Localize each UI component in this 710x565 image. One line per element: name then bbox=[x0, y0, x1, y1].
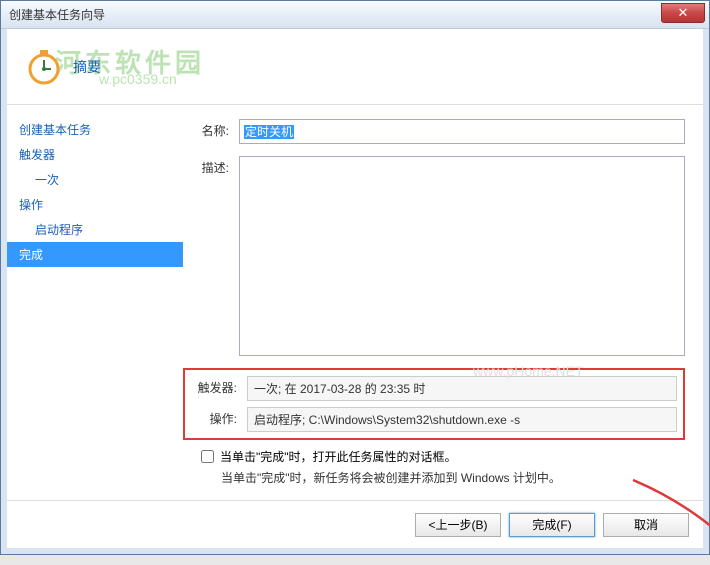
window-title: 创建基本任务向导 bbox=[5, 6, 105, 23]
finish-button[interactable]: 完成(F) bbox=[509, 513, 595, 537]
footer: <上一步(B) 完成(F) 取消 bbox=[7, 500, 703, 548]
open-properties-row: 当单击"完成"时，打开此任务属性的对话框。 bbox=[201, 448, 685, 465]
trigger-row: 触发器: 一次; 在 2017-03-28 的 23:35 时 bbox=[191, 376, 677, 401]
name-row: 名称: 定时关机 bbox=[183, 119, 685, 144]
open-properties-label: 当单击"完成"时，打开此任务属性的对话框。 bbox=[220, 448, 457, 465]
sidebar: 创建基本任务 触发器 一次 操作 启动程序 完成 bbox=[7, 105, 183, 500]
name-label: 名称: bbox=[183, 119, 239, 139]
wizard-icon bbox=[23, 46, 65, 88]
name-input[interactable]: 定时关机 bbox=[239, 119, 685, 144]
sidebar-item-trigger[interactable]: 触发器 bbox=[7, 142, 183, 167]
summary-highlight-box: 触发器: 一次; 在 2017-03-28 的 23:35 时 操作: 启动程序… bbox=[183, 368, 685, 440]
close-icon: ✕ bbox=[678, 5, 689, 20]
open-properties-checkbox[interactable] bbox=[201, 450, 214, 463]
wizard-window: 创建基本任务向导 ✕ 河东软件园 w.pc0359.cn bbox=[0, 0, 710, 555]
sidebar-item-finish[interactable]: 完成 bbox=[7, 242, 183, 267]
back-button[interactable]: <上一步(B) bbox=[415, 513, 501, 537]
cancel-button[interactable]: 取消 bbox=[603, 513, 689, 537]
desc-row: 描述: bbox=[183, 156, 685, 356]
sidebar-item-once[interactable]: 一次 bbox=[7, 167, 183, 192]
sidebar-item-create-task[interactable]: 创建基本任务 bbox=[7, 117, 183, 142]
body: 创建基本任务 触发器 一次 操作 启动程序 完成 www.pHome.NET 名… bbox=[7, 105, 703, 500]
trigger-value: 一次; 在 2017-03-28 的 23:35 时 bbox=[247, 376, 677, 401]
close-button[interactable]: ✕ bbox=[661, 3, 705, 23]
finish-note: 当单击"完成"时，新任务将会被创建并添加到 Windows 计划中。 bbox=[221, 469, 685, 486]
sidebar-item-start-program[interactable]: 启动程序 bbox=[7, 217, 183, 242]
action-row: 操作: 启动程序; C:\Windows\System32\shutdown.e… bbox=[191, 407, 677, 432]
main-panel: www.pHome.NET 名称: 定时关机 描述: 触发器: 一次; 在 20… bbox=[183, 105, 703, 500]
desc-label: 描述: bbox=[183, 156, 239, 176]
desc-input[interactable] bbox=[239, 156, 685, 356]
page-title: 摘要 bbox=[73, 57, 101, 77]
titlebar: 创建基本任务向导 ✕ bbox=[1, 1, 709, 29]
trigger-label: 触发器: bbox=[191, 376, 247, 396]
action-label: 操作: bbox=[191, 407, 247, 427]
inner-panel: 河东软件园 w.pc0359.cn 摘要 创建基本 bbox=[7, 29, 703, 548]
watermark-url: w.pc0359.cn bbox=[99, 71, 177, 87]
content-frame: 河东软件园 w.pc0359.cn 摘要 创建基本 bbox=[1, 29, 709, 554]
sidebar-item-action[interactable]: 操作 bbox=[7, 192, 183, 217]
header: 河东软件园 w.pc0359.cn 摘要 bbox=[7, 29, 703, 105]
action-value: 启动程序; C:\Windows\System32\shutdown.exe -… bbox=[247, 407, 677, 432]
